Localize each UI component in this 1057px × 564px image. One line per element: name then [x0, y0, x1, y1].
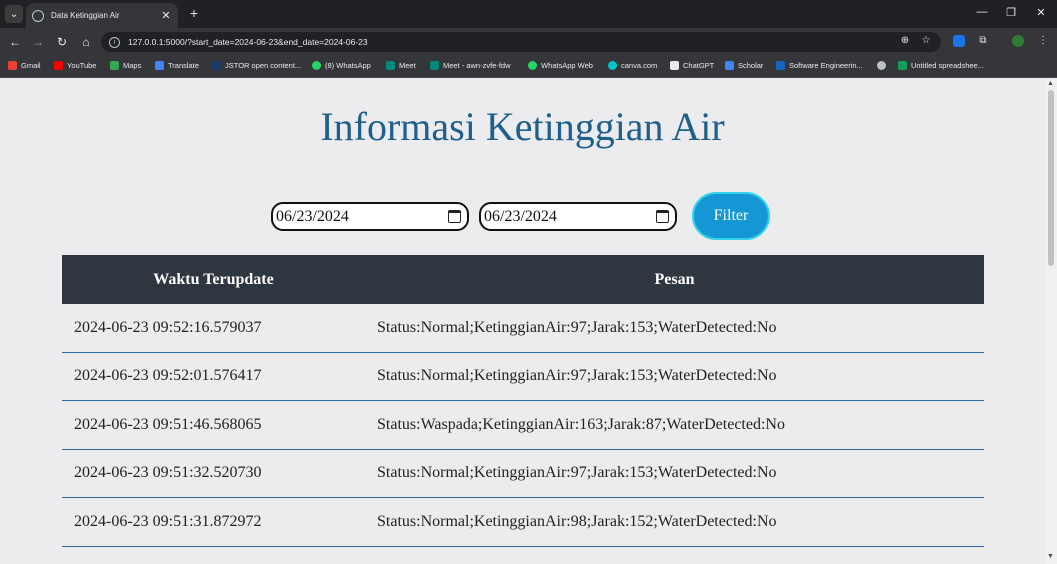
cell-message: Status:Normal;KetinggianAir:97;Jarak:153… — [377, 367, 777, 385]
close-window-icon[interactable]: ✕ — [1034, 6, 1048, 19]
jstor-icon — [212, 61, 221, 70]
cell-message: Status:Normal;KetinggianAir:97;Jarak:153… — [377, 464, 777, 482]
m-icon — [776, 61, 785, 70]
scholar-icon — [725, 61, 734, 70]
end-date-input[interactable]: 06/23/2024 — [479, 202, 677, 231]
table-row: 2024-06-23 09:52:01.576417 Status:Normal… — [62, 353, 984, 401]
page-content: Informasi Ketinggian Air 06/23/2024 06/2… — [0, 78, 1045, 564]
more-menu-icon[interactable]: ⋮ — [1036, 35, 1050, 46]
bookmark-whatsapp-web[interactable]: WhatsApp Web — [528, 61, 593, 70]
bookmark-gmail[interactable]: Gmail — [8, 61, 41, 70]
bookmark-canva[interactable]: canva.com — [608, 61, 657, 70]
zoom-icon[interactable]: ⊕ — [898, 35, 912, 46]
calendar-icon[interactable] — [448, 210, 461, 223]
bookmark-maps[interactable]: Maps — [110, 61, 141, 70]
gmail-icon — [8, 61, 17, 70]
tab-search-icon[interactable]: ⌄ — [5, 5, 23, 23]
table-row: 2024-06-23 09:51:46.568065 Status:Waspad… — [62, 401, 984, 450]
bookmark-software-engineering[interactable]: Software Engineerin... — [776, 61, 863, 70]
bookmark-meet[interactable]: Meet — [386, 61, 416, 70]
calendar-icon[interactable] — [656, 210, 669, 223]
cell-time: 2024-06-23 09:52:16.579037 — [74, 318, 262, 336]
forward-arrow-icon[interactable]: → — [30, 34, 46, 50]
bookmark-jstor[interactable]: JSTOR open content... — [212, 61, 301, 70]
meet-icon — [430, 61, 439, 70]
bookmark-globe[interactable] — [877, 61, 890, 70]
bookmark-spreadsheet[interactable]: Untitled spreadshee... — [898, 61, 984, 70]
tab-title: Data Ketinggian Air — [51, 11, 120, 20]
extension-icon[interactable] — [953, 35, 965, 47]
table-row: 2024-06-23 09:51:32.520730 Status:Normal… — [62, 450, 984, 498]
bookmark-meet-room[interactable]: Meet - awn-zvfe-fdw — [430, 61, 511, 70]
header-time: Waktu Terupdate — [153, 270, 274, 288]
tab-strip: ⌄ Data Ketinggian Air ✕ + — ❐ ✕ — [0, 0, 1057, 28]
back-arrow-icon[interactable]: ← — [7, 34, 23, 50]
sheets-icon — [898, 61, 907, 70]
water-level-table: Waktu Terupdate Pesan 2024-06-23 09:52:1… — [62, 255, 984, 547]
start-date-input[interactable]: 06/23/2024 — [271, 202, 469, 231]
maps-icon — [110, 61, 119, 70]
cell-time: 2024-06-23 09:51:32.520730 — [74, 464, 262, 482]
table-row: 2024-06-23 09:52:16.579037 Status:Normal… — [62, 304, 984, 353]
globe-icon — [32, 9, 44, 22]
bookmark-chatgpt[interactable]: ChatGPT — [670, 61, 714, 70]
address-bar[interactable]: i 127.0.0.1:5000/?start_date=2024-06-23&… — [101, 32, 941, 52]
cell-time: 2024-06-23 09:51:46.568065 — [74, 415, 262, 433]
youtube-icon — [54, 61, 63, 70]
translate-icon — [155, 61, 164, 70]
cell-time: 2024-06-23 09:51:31.872972 — [74, 512, 262, 530]
profile-avatar-icon[interactable] — [1012, 35, 1024, 47]
extensions-puzzle-icon[interactable]: ⧉ — [976, 35, 990, 46]
globe-icon — [877, 61, 886, 70]
page-title: Informasi Ketinggian Air — [320, 104, 725, 149]
table-row: 2024-06-23 09:51:31.872972 Status:Normal… — [62, 498, 984, 547]
chatgpt-icon — [670, 61, 679, 70]
reload-icon[interactable]: ↻ — [54, 34, 70, 50]
site-info-icon[interactable]: i — [109, 36, 120, 48]
vertical-scrollbar[interactable]: ▲ ▼ — [1045, 78, 1057, 564]
canva-icon — [608, 61, 617, 70]
end-date-value: 06/23/2024 — [484, 207, 557, 225]
url-text: 127.0.0.1:5000/?start_date=2024-06-23&en… — [128, 37, 368, 47]
tab-close-icon[interactable]: ✕ — [160, 9, 172, 22]
bookmark-scholar[interactable]: Scholar — [725, 61, 763, 70]
tab-active[interactable]: Data Ketinggian Air ✕ — [26, 3, 178, 28]
new-tab-icon[interactable]: + — [186, 5, 202, 21]
restore-icon[interactable]: ❐ — [1004, 6, 1018, 19]
cell-message: Status:Normal;KetinggianAir:97;Jarak:153… — [377, 318, 777, 336]
meet-icon — [386, 61, 395, 70]
whatsapp-icon — [312, 61, 321, 70]
cell-message: Status:Normal;KetinggianAir:98;Jarak:152… — [377, 512, 777, 530]
scroll-thumb[interactable] — [1048, 90, 1054, 266]
home-icon[interactable]: ⌂ — [78, 34, 94, 50]
table-header: Waktu Terupdate Pesan — [62, 255, 984, 304]
bookmark-youtube[interactable]: YouTube — [54, 61, 96, 70]
bookmark-star-icon[interactable]: ☆ — [919, 35, 933, 46]
minimize-icon[interactable]: — — [975, 6, 989, 18]
cell-time: 2024-06-23 09:52:01.576417 — [74, 367, 262, 385]
bookmark-whatsapp[interactable]: (8) WhatsApp — [312, 61, 371, 70]
bookmarks-bar: Gmail YouTube Maps Translate JSTOR open … — [0, 56, 1057, 78]
scroll-down-icon[interactable]: ▼ — [1047, 553, 1054, 560]
header-message: Pesan — [654, 270, 695, 288]
scroll-up-icon[interactable]: ▲ — [1047, 80, 1054, 87]
whatsapp-icon — [528, 61, 537, 70]
start-date-value: 06/23/2024 — [276, 207, 349, 225]
bookmark-translate[interactable]: Translate — [155, 61, 199, 70]
filter-button[interactable]: Filter — [692, 192, 770, 240]
cell-message: Status:Waspada;KetinggianAir:163;Jarak:8… — [377, 415, 785, 433]
